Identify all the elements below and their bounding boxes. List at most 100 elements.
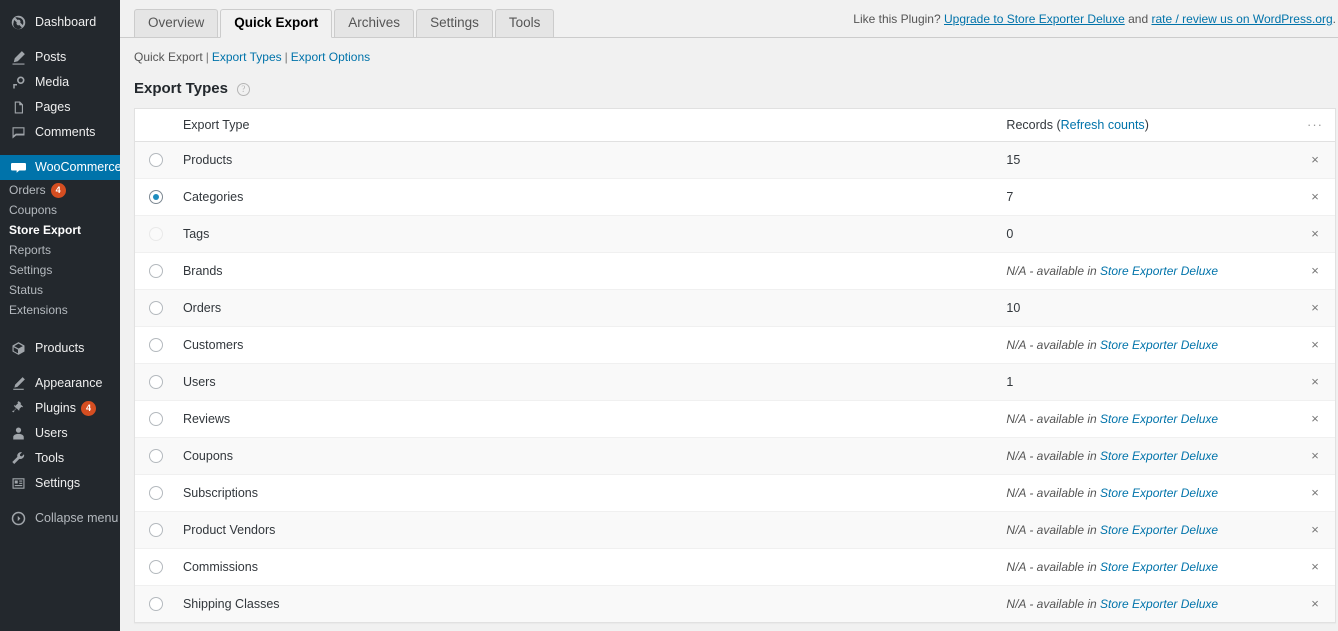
sidebar-item-dashboard[interactable]: Dashboard (0, 10, 120, 35)
store-exporter-deluxe-link[interactable]: Store Exporter Deluxe (1100, 449, 1218, 463)
export-type-radio[interactable] (149, 301, 163, 315)
sidebar-item-label: WooCommerce (35, 160, 120, 174)
records-count: 15 (1006, 153, 1021, 167)
row-remove-cell[interactable]: × (1296, 475, 1335, 512)
row-remove-cell[interactable]: × (1296, 290, 1335, 327)
store-exporter-deluxe-link[interactable]: Store Exporter Deluxe (1100, 523, 1218, 537)
sidebar-item-posts[interactable]: Posts (0, 45, 120, 70)
row-remove-cell[interactable]: × (1296, 512, 1335, 549)
row-radio-cell[interactable] (135, 401, 173, 438)
row-remove-cell[interactable]: × (1296, 549, 1335, 586)
sidebar-item-products[interactable]: Products (0, 336, 120, 361)
row-remove-cell[interactable]: × (1296, 327, 1335, 364)
export-type-radio[interactable] (149, 523, 163, 537)
export-type-radio[interactable] (149, 597, 163, 611)
submenu-item-reports[interactable]: Reports (0, 240, 120, 260)
upgrade-deluxe-link[interactable]: Upgrade to Store Exporter Deluxe (944, 12, 1125, 26)
store-exporter-deluxe-link[interactable]: Store Exporter Deluxe (1100, 412, 1218, 426)
quicklink-export-types[interactable]: Export Types (212, 50, 282, 64)
store-exporter-deluxe-link[interactable]: Store Exporter Deluxe (1100, 560, 1218, 574)
export-type-radio[interactable] (149, 153, 163, 167)
sidebar-item-plugins[interactable]: Plugins 4 (0, 396, 120, 421)
row-radio-cell[interactable] (135, 253, 173, 290)
sidebar-item-pages[interactable]: Pages (0, 95, 120, 120)
close-icon[interactable]: × (1311, 449, 1319, 462)
export-type-radio[interactable] (149, 338, 163, 352)
row-radio-cell[interactable] (135, 475, 173, 512)
close-icon[interactable]: × (1311, 375, 1319, 388)
submenu-item-settings[interactable]: Settings (0, 260, 120, 280)
sidebar-item-tools[interactable]: Tools (0, 446, 120, 471)
sidebar-item-users[interactable]: Users (0, 421, 120, 446)
export-type-radio[interactable] (149, 560, 163, 574)
store-exporter-deluxe-link[interactable]: Store Exporter Deluxe (1100, 338, 1218, 352)
close-icon[interactable]: × (1311, 264, 1319, 277)
sidebar-item-woocommerce[interactable]: WooCommerce (0, 155, 120, 180)
tab-overview[interactable]: Overview (134, 9, 219, 37)
row-remove-cell[interactable]: × (1296, 586, 1335, 622)
close-icon[interactable]: × (1311, 523, 1319, 536)
row-radio-cell[interactable] (135, 290, 173, 327)
row-radio-cell[interactable] (135, 216, 173, 253)
refresh-counts-link[interactable]: Refresh counts (1061, 118, 1145, 132)
products-icon (9, 339, 28, 358)
sidebar-item-settings[interactable]: Settings (0, 471, 120, 496)
row-radio-cell[interactable] (135, 438, 173, 475)
close-icon[interactable]: × (1311, 597, 1319, 610)
rate-review-link[interactable]: rate / review us on WordPress.org (1151, 12, 1332, 26)
row-radio-cell[interactable] (135, 327, 173, 364)
row-remove-cell[interactable]: × (1296, 253, 1335, 290)
submenu-item-coupons[interactable]: Coupons (0, 200, 120, 220)
export-type-radio[interactable] (149, 190, 163, 204)
sidebar-item-appearance[interactable]: Appearance (0, 371, 120, 396)
close-icon[interactable]: × (1311, 338, 1319, 351)
close-icon[interactable]: × (1311, 227, 1319, 240)
export-type-radio[interactable] (149, 486, 163, 500)
store-exporter-deluxe-link[interactable]: Store Exporter Deluxe (1100, 597, 1218, 611)
export-type-radio[interactable] (149, 449, 163, 463)
row-radio-cell[interactable] (135, 364, 173, 401)
tab-quick-export[interactable]: Quick Export (220, 9, 333, 38)
header-more-menu[interactable]: ··· (1296, 109, 1335, 142)
row-radio-cell[interactable] (135, 512, 173, 549)
row-remove-cell[interactable]: × (1296, 438, 1335, 475)
table-row: Subscriptions N/A - available in Store Ex… (135, 475, 1335, 512)
row-radio-cell[interactable] (135, 549, 173, 586)
sidebar-item-collapse-menu[interactable]: Collapse menu (0, 506, 120, 531)
submenu-item-status[interactable]: Status (0, 280, 120, 300)
row-radio-cell[interactable] (135, 179, 173, 216)
sidebar-item-comments[interactable]: Comments (0, 120, 120, 145)
row-remove-cell[interactable]: × (1296, 401, 1335, 438)
row-remove-cell[interactable]: × (1296, 179, 1335, 216)
store-exporter-deluxe-link[interactable]: Store Exporter Deluxe (1100, 264, 1218, 278)
submenu-item-extensions[interactable]: Extensions (0, 300, 120, 320)
export-type-radio[interactable] (149, 227, 163, 241)
export-type-radio[interactable] (149, 375, 163, 389)
submenu-item-store-export[interactable]: Store Export (0, 220, 120, 240)
close-icon[interactable]: × (1311, 486, 1319, 499)
row-remove-cell[interactable]: × (1296, 142, 1335, 179)
row-export-type-name: Product Vendors (172, 512, 997, 549)
tab-settings[interactable]: Settings (416, 9, 493, 37)
sidebar-separator (0, 496, 120, 506)
sidebar-item-label: Settings (35, 476, 81, 490)
row-radio-cell[interactable] (135, 142, 173, 179)
row-radio-cell[interactable] (135, 586, 173, 622)
help-icon[interactable]: ? (236, 82, 250, 96)
close-icon[interactable]: × (1311, 412, 1319, 425)
row-remove-cell[interactable]: × (1296, 216, 1335, 253)
more-options-icon[interactable]: ··· (1307, 117, 1323, 132)
submenu-item-orders[interactable]: Orders 4 (0, 180, 120, 200)
store-exporter-deluxe-link[interactable]: Store Exporter Deluxe (1100, 486, 1218, 500)
close-icon[interactable]: × (1311, 190, 1319, 203)
tab-archives[interactable]: Archives (334, 9, 415, 37)
close-icon[interactable]: × (1311, 301, 1319, 314)
tab-tools[interactable]: Tools (494, 9, 555, 37)
export-type-radio[interactable] (149, 412, 163, 426)
export-type-radio[interactable] (149, 264, 163, 278)
close-icon[interactable]: × (1311, 560, 1319, 573)
quicklink-export-options[interactable]: Export Options (291, 50, 370, 64)
row-remove-cell[interactable]: × (1296, 364, 1335, 401)
sidebar-item-media[interactable]: Media (0, 70, 120, 95)
close-icon[interactable]: × (1311, 153, 1319, 166)
